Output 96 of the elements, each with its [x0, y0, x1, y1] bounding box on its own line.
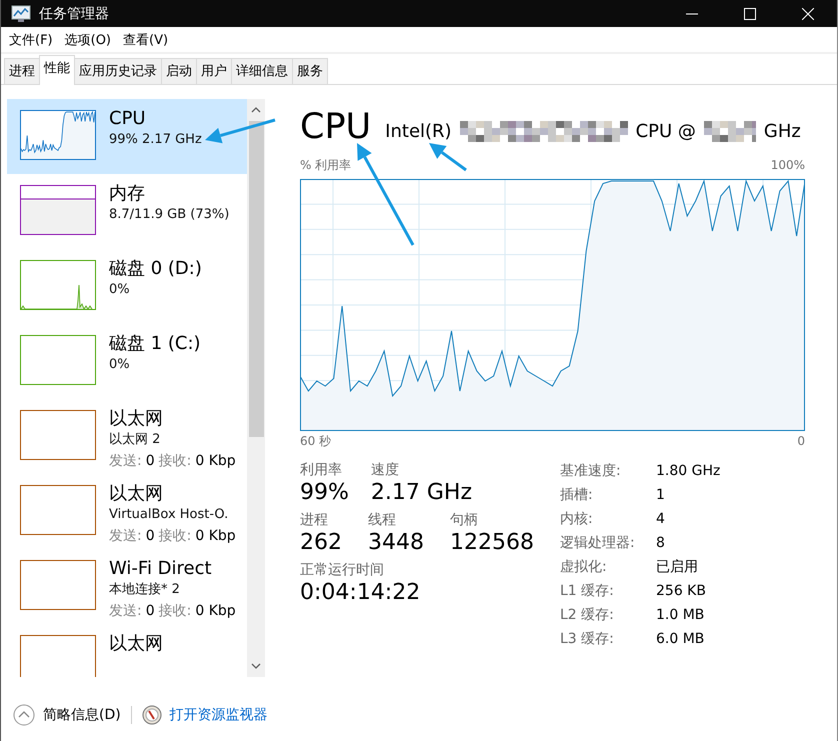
stat-label: 句柄	[450, 511, 479, 529]
item-name: 内存	[109, 183, 146, 205]
detail-value: 已启用	[656, 558, 699, 577]
annotation-arrow	[429, 143, 467, 172]
item-name: 以太网	[109, 408, 164, 430]
traffic-value: 0	[146, 527, 155, 546]
stat-value: 0:04:14:22	[300, 579, 420, 607]
model-text: CPU @	[636, 120, 696, 142]
monitor-icon	[11, 4, 31, 22]
detail-label: 虚拟化:	[560, 558, 608, 577]
item-reading: 0%	[109, 281, 131, 299]
pixelated-mask	[704, 120, 756, 142]
detail-value: 4	[656, 510, 666, 529]
tab[interactable]: 进程	[4, 58, 40, 84]
traffic-value: 0 Kbp	[195, 602, 236, 621]
tab[interactable]: 详细信息	[231, 58, 293, 84]
tab[interactable]: 用户	[196, 58, 232, 84]
axis-label: % 利用率	[300, 156, 352, 174]
menu-item[interactable]: 文件(F)	[3, 30, 59, 48]
traffic-label: 接收:	[158, 602, 192, 621]
stat-value: 2.17 GHz	[370, 479, 472, 507]
item-reading: 8.7/11.9 GB (73%)	[109, 206, 230, 224]
maximize-icon[interactable]	[744, 8, 756, 20]
item-name: Wi-Fi Direct	[109, 558, 213, 580]
stat-label: 进程	[300, 511, 329, 529]
item-name: 以太网	[109, 633, 163, 655]
detail-value: 1	[656, 486, 666, 505]
traffic-value: 0 Kbp	[195, 452, 236, 471]
traffic-label: 发送:	[109, 602, 142, 621]
scroll-thumb[interactable]	[248, 121, 264, 437]
item-name: 磁盘 1 (C:)	[109, 333, 201, 355]
sidebar-item[interactable]: 以太网	[7, 624, 247, 677]
detail-label: L3 缓存:	[560, 630, 615, 649]
traffic-label: 接收:	[158, 452, 192, 471]
traffic-label: 接收:	[158, 527, 192, 546]
tab[interactable]: 启动	[161, 58, 197, 84]
detail-value: 1.0 MB	[656, 606, 706, 625]
menu-item[interactable]: 选项(O)	[58, 30, 118, 48]
traffic-value: 0 Kbp	[195, 527, 236, 546]
scrollbar[interactable]	[247, 99, 265, 677]
item-name: CPU	[109, 108, 147, 130]
stat-value: 99%	[300, 479, 349, 507]
axis-label: 0	[797, 434, 805, 448]
item-reading: 本地连接* 2	[109, 581, 181, 599]
tab[interactable]: 性能	[39, 55, 75, 85]
detail-value: 6.0 MB	[656, 630, 706, 649]
detail-label: L1 缓存:	[560, 582, 615, 601]
axis-label: 100%	[770, 158, 805, 172]
item-name: 以太网	[109, 483, 164, 505]
sidebar-item[interactable]: 磁盘 0 (D:) 0%	[7, 249, 247, 324]
item-name: 磁盘 0 (D:)	[109, 258, 202, 280]
sidebar-item[interactable]: 以太网 以太网 2 发送: 0 接收: 0 Kbp	[7, 399, 247, 474]
detail-label: 基准速度:	[560, 462, 622, 481]
sidebar-item[interactable]: CPU 99% 2.17 GHz	[7, 99, 247, 174]
stat-label: 正常运行时间	[300, 561, 385, 579]
stat-label: 线程	[368, 511, 397, 529]
detail-label: 内核:	[560, 510, 594, 529]
traffic-value: 0	[146, 452, 155, 471]
window-title: 任务管理器	[39, 4, 109, 22]
traffic-label: 发送:	[109, 527, 142, 546]
tab[interactable]: 应用历史记录	[74, 58, 162, 84]
collapse-icon[interactable]	[13, 704, 35, 726]
traffic-value: 0	[146, 602, 155, 621]
stat-value: 122568	[450, 529, 534, 557]
item-reading: 以太网 2	[109, 431, 162, 449]
detail-label: 插槽:	[560, 486, 594, 505]
close-icon[interactable]	[802, 8, 814, 20]
resource-monitor-link[interactable]: 打开资源监视器	[170, 706, 268, 724]
item-reading: 99% 2.17 GHz	[109, 131, 202, 149]
detail-label: L2 缓存:	[560, 606, 615, 625]
scroll-down-icon[interactable]	[251, 663, 261, 669]
sidebar-item[interactable]: 以太网 VirtualBox Host-O. 发送: 0 接收: 0 Kbp	[7, 474, 247, 549]
detail-value: 1.80 GHz	[656, 462, 720, 481]
menu-item[interactable]: 查看(V)	[117, 30, 174, 48]
axis-label: 60 秒	[300, 432, 332, 450]
sidebar-item[interactable]: 磁盘 1 (C:) 0%	[7, 324, 247, 399]
tab[interactable]: 服务	[292, 58, 328, 84]
detail-value: 8	[656, 534, 666, 553]
detail-label: 逻辑处理器:	[560, 534, 636, 553]
gauge-icon[interactable]	[142, 705, 162, 725]
item-reading: 0%	[109, 356, 131, 374]
stat-label: 速度	[370, 461, 400, 479]
device-title: CPU	[300, 107, 372, 147]
item-reading: VirtualBox Host-O.	[109, 506, 230, 524]
fewer-details-button[interactable]: 简略信息(D)	[43, 706, 121, 724]
model-text: GHz	[764, 120, 801, 142]
stat-value: 262	[300, 529, 342, 557]
detail-value: 256 KB	[656, 582, 707, 601]
sidebar-item[interactable]: 内存 8.7/11.9 GB (73%)	[7, 174, 247, 249]
traffic-label: 发送:	[109, 452, 142, 471]
sidebar-item[interactable]: Wi-Fi Direct 本地连接* 2 发送: 0 接收: 0 Kbp	[7, 549, 247, 624]
scroll-up-icon[interactable]	[251, 107, 261, 113]
stat-label: 利用率	[300, 461, 343, 479]
stat-value: 3448	[368, 529, 424, 557]
annotation-arrow	[205, 118, 276, 144]
model-text: Intel(R)	[385, 120, 452, 142]
